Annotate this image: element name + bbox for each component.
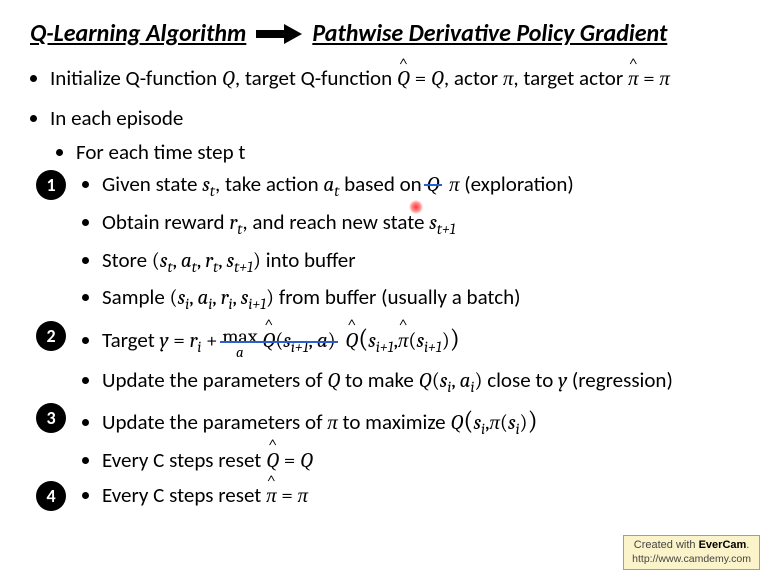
strike-max-term: maxa Q(si+1, a) (222, 326, 335, 360)
step-2: 2 Target y = ri + maxa Q(si+1, a) Q(si+1… (102, 321, 736, 360)
math-Q: Q (222, 67, 235, 91)
math-pi-new: π (449, 173, 460, 197)
text: Store (102, 247, 152, 273)
strike-Q: Q (426, 170, 439, 199)
math-pihat: π (628, 65, 639, 93)
math-at: at (323, 173, 339, 197)
step-update-Q: Update the parameters of Q to make Q(si,… (102, 366, 736, 398)
title-row: Q-Learning Algorithm Pathwise Derivative… (30, 18, 736, 50)
step-reward: Obtain reward rt, and reach new state st… (102, 208, 736, 240)
text: Update the parameters of (102, 367, 327, 393)
math-st: st (202, 173, 215, 197)
text: (exploration) (460, 171, 574, 197)
arrow-right-icon (256, 24, 302, 44)
badge-3: 3 (36, 403, 66, 433)
badge-2: 2 (36, 321, 66, 351)
slide: Q-Learning Algorithm Pathwise Derivative… (0, 0, 766, 530)
bullet-list: Initialize Q-function Q, target Q-functi… (50, 64, 736, 510)
math-Qhat: Q (397, 65, 410, 93)
math-pi: π (503, 67, 514, 91)
text: (regression) (567, 367, 673, 393)
text: Target (102, 327, 160, 353)
text: , target Q-function (235, 65, 397, 91)
text: close to (482, 367, 558, 393)
badge-1: 1 (36, 170, 66, 200)
text: Initialize Q-function (50, 65, 222, 91)
watermark-line2: http://www.camdemy.com (632, 553, 751, 566)
step-3: 3 Update the parameters of π to maximize… (102, 403, 736, 440)
text: , and reach new state (242, 209, 429, 235)
text: based on (339, 171, 426, 197)
math-stp1: st+1 (429, 211, 455, 235)
step-list: 1 Given state st, take action at based o… (102, 170, 736, 510)
episode-item: In each episode For each time step t 1 G… (50, 104, 736, 511)
eq2: = (638, 67, 659, 91)
step-reset-Q: Every C steps reset Q = Q (102, 446, 736, 475)
math-pi2: π (659, 67, 670, 91)
badge-4: 4 (36, 481, 66, 511)
text: into buffer (261, 247, 356, 273)
text: , actor (444, 65, 503, 91)
init-item: Initialize Q-function Q, target Q-functi… (50, 64, 736, 93)
text: Every C steps reset (102, 482, 266, 508)
watermark-box: Created with EverCam. http://www.camdemy… (623, 535, 760, 570)
max-operator: maxa (222, 328, 257, 359)
step-store: Store (st, at, rt, st+1) into buffer (102, 246, 736, 278)
step-4: 4 Every C steps reset π = π (102, 481, 736, 510)
math-Q2: Q (431, 67, 444, 91)
math-rt: rt (229, 211, 242, 235)
eq: = (410, 67, 431, 91)
text: Obtain reward (102, 209, 229, 235)
step-1: 1 Given state st, take action at based o… (102, 170, 736, 202)
text: from buffer (usually a batch) (274, 284, 520, 310)
episode-label: In each episode (50, 105, 183, 131)
sub-list-1: For each time step t 1 Given state st, t… (76, 138, 736, 510)
text: Update the parameters of (102, 409, 327, 435)
title-left: Q-Learning Algorithm (30, 18, 246, 50)
timestep-label: For each time step t (76, 139, 245, 165)
text: , take action (215, 171, 323, 197)
text: to make (340, 367, 418, 393)
title-right: Pathwise Derivative Policy Gradient (312, 18, 667, 50)
text: Every C steps reset (102, 447, 266, 473)
text: Sample (102, 284, 170, 310)
text: Given state (102, 171, 202, 197)
text: , target actor (513, 65, 628, 91)
step-sample: Sample (si, ai, ri, si+1) from buffer (u… (102, 283, 736, 315)
watermark-line1: Created with EverCam. (632, 539, 751, 553)
text: to maximize (338, 409, 451, 435)
timestep-item: For each time step t 1 Given state st, t… (76, 138, 736, 510)
